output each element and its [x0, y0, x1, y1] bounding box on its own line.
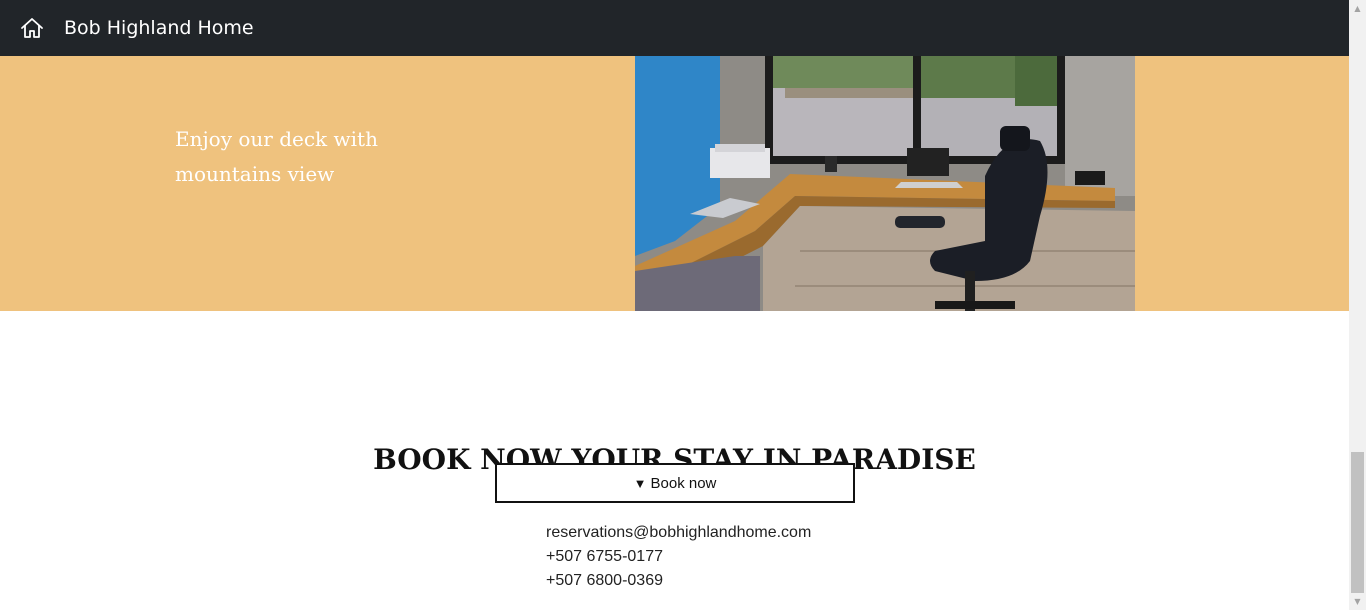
- top-navbar: Bob Highland Home: [0, 0, 1349, 56]
- phone-link-1[interactable]: +507 6755-0177: [546, 548, 663, 565]
- feature-band: Enjoy our deck with mountains view: [0, 56, 1349, 311]
- brand-link[interactable]: Bob Highland Home: [64, 16, 254, 40]
- book-now-label: Book now: [650, 474, 717, 492]
- email-link[interactable]: reservations@bobhighlandhome.com: [546, 524, 811, 541]
- feature-caption: Enjoy our deck with mountains view: [175, 127, 378, 186]
- scroll-thumb[interactable]: [1351, 452, 1364, 593]
- scroll-down-icon[interactable]: ▼: [1349, 593, 1366, 610]
- home-icon[interactable]: [20, 16, 44, 40]
- phone-link-2[interactable]: +507 6800-0369: [546, 572, 663, 589]
- vertical-scrollbar[interactable]: ▲ ▼: [1349, 0, 1366, 610]
- book-now-button[interactable]: ▼ Book now: [495, 463, 855, 503]
- caret-down-icon: ▼: [633, 475, 647, 491]
- contact-info: reservations@bobhighlandhome.com +507 67…: [546, 521, 811, 593]
- office-photo: [635, 56, 1135, 311]
- scroll-up-icon[interactable]: ▲: [1349, 0, 1366, 17]
- page: Bob Highland Home Enjoy our deck with mo…: [0, 0, 1349, 610]
